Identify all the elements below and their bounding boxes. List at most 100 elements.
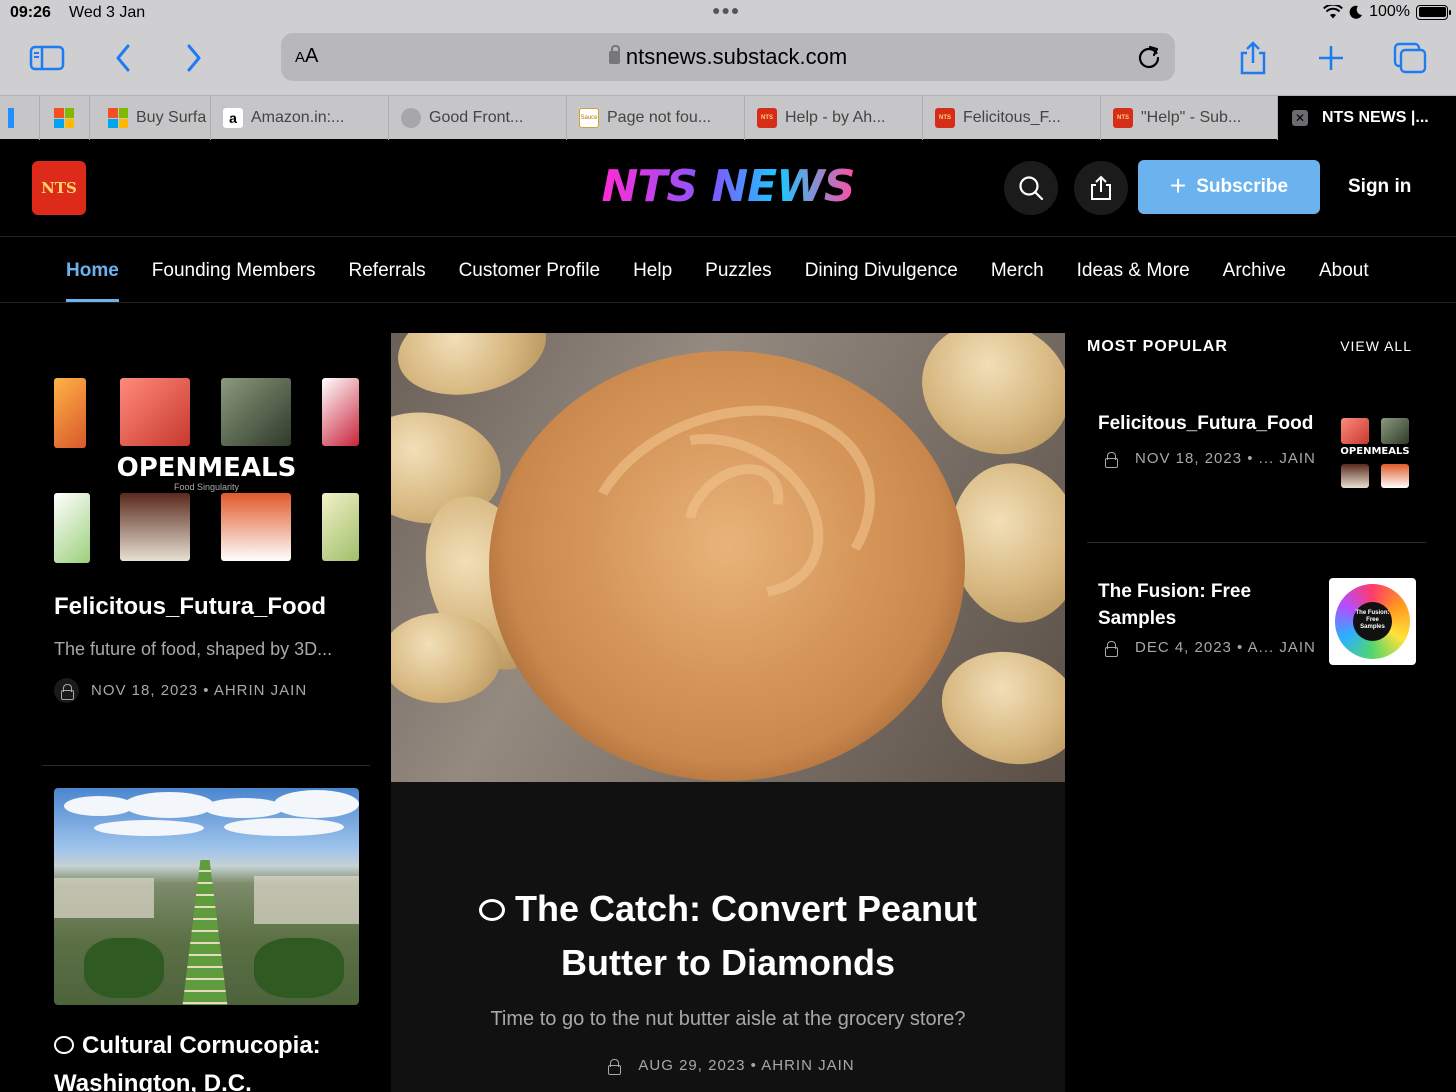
- nav-item-dining-divulgence[interactable]: Dining Divulgence: [805, 237, 958, 303]
- wifi-icon: [1323, 5, 1343, 19]
- nav-item-founding-members[interactable]: Founding Members: [152, 237, 316, 303]
- popular-item-thumbnail[interactable]: The Fusion: Free Samples: [1329, 578, 1416, 665]
- featured-post[interactable]: The Catch: Convert Peanut Butter to Diam…: [391, 333, 1065, 1092]
- close-icon[interactable]: ✕: [1292, 110, 1308, 126]
- sign-in-link[interactable]: Sign in: [1348, 176, 1411, 198]
- multitasking-dots[interactable]: ●●●: [712, 2, 740, 18]
- nav-item-ideas-more[interactable]: Ideas & More: [1077, 237, 1190, 303]
- tab-bar: Buy Surfa a Amazon.in:... Good Front... …: [0, 95, 1456, 140]
- microsoft-logo-icon: [54, 108, 74, 128]
- nav-item-home[interactable]: Home: [66, 237, 119, 302]
- divider: [42, 765, 370, 766]
- lock-icon: [54, 678, 79, 703]
- share-icon: [1091, 175, 1111, 200]
- share-icon[interactable]: [1233, 38, 1273, 78]
- popular-item-title[interactable]: Felicitous_Futura_Food: [1098, 410, 1316, 437]
- tab-item[interactable]: NTS Help - by Ah...: [745, 96, 923, 140]
- popular-item-meta: DEC 4, 2023 • A... JAIN: [1098, 635, 1316, 660]
- tab-label: Buy Surfa: [136, 109, 207, 126]
- featured-post-meta: AUG 29, 2023 • AHRIN JAIN: [391, 1053, 1065, 1078]
- featured-post-subtitle[interactable]: Time to go to the nut butter aisle at th…: [391, 1008, 1065, 1031]
- openmeals-logo-text: OPENMEALS: [116, 453, 297, 483]
- address-bar[interactable]: AA ntsnews.substack.com: [281, 33, 1175, 81]
- nts-logo-icon: NTS: [1113, 108, 1133, 128]
- nav-item-customer-profile[interactable]: Customer Profile: [459, 237, 601, 303]
- lock-icon: [601, 1053, 626, 1078]
- tab-label: "Help" - Sub...: [1141, 109, 1242, 126]
- moon-icon: [1349, 5, 1363, 19]
- subscribe-button[interactable]: + Subscribe: [1138, 160, 1320, 214]
- post-title[interactable]: Felicitous_Futura_Food: [54, 593, 370, 621]
- post-thumbnail-openmeals[interactable]: OPENMEALS Food Singularity: [54, 348, 359, 565]
- most-popular-header: MOST POPULAR VIEW ALL: [1087, 333, 1426, 356]
- tab-item[interactable]: NTS "Help" - Sub...: [1101, 96, 1278, 140]
- tab-label: Amazon.in:...: [251, 109, 345, 126]
- tab-item[interactable]: [0, 96, 40, 140]
- nts-logo-icon: NTS: [757, 108, 777, 128]
- tab-item[interactable]: Buy Surfa: [90, 96, 211, 140]
- most-popular-heading: MOST POPULAR: [1087, 338, 1228, 355]
- status-date: Wed 3 Jan: [69, 4, 146, 21]
- share-button[interactable]: [1074, 161, 1128, 215]
- openmeals-logo-subtext: Food Singularity: [173, 482, 240, 492]
- tab-label: Page not fou...: [607, 109, 712, 126]
- url-text[interactable]: ntsnews.substack.com: [281, 44, 1175, 70]
- nav-item-about[interactable]: About: [1319, 237, 1369, 303]
- tab-item[interactable]: NTS Felicitous_F...: [923, 96, 1101, 140]
- view-all-link[interactable]: VIEW ALL: [1340, 338, 1412, 356]
- peanut-butter-bowl: [489, 351, 965, 781]
- tab-label: Help - by Ah...: [785, 109, 886, 126]
- popular-item-title[interactable]: The Fusion: Free Samples: [1098, 578, 1316, 632]
- battery-percent: 100%: [1369, 3, 1410, 20]
- tab-label: Felicitous_F...: [963, 109, 1061, 126]
- popular-item-thumbnail[interactable]: OPENMEALS: [1335, 412, 1415, 492]
- tab-label: Good Front...: [429, 109, 524, 126]
- comment-icon: [54, 1036, 74, 1054]
- nav-item-puzzles[interactable]: Puzzles: [705, 237, 772, 303]
- popular-item-meta: NOV 18, 2023 • ... JAIN: [1098, 446, 1316, 471]
- tab-item[interactable]: [40, 96, 90, 140]
- plus-icon: +: [1169, 169, 1187, 201]
- search-button[interactable]: [1004, 161, 1058, 215]
- status-right: 100%: [1323, 3, 1451, 21]
- globe-icon: [401, 108, 421, 128]
- sidebar-toggle-icon[interactable]: [27, 38, 67, 78]
- post-subtitle[interactable]: The future of food, shaped by 3D...: [54, 639, 370, 660]
- reload-icon[interactable]: [1137, 44, 1161, 75]
- status-time: 09:26: [10, 4, 51, 21]
- post-meta: NOV 18, 2023 • AHRIN JAIN: [54, 678, 370, 703]
- tab-overview-icon[interactable]: [1390, 38, 1430, 78]
- nav-item-referrals[interactable]: Referrals: [349, 237, 426, 303]
- forward-icon[interactable]: [174, 38, 214, 78]
- nav-item-merch[interactable]: Merch: [991, 237, 1044, 303]
- nav-item-help[interactable]: Help: [633, 237, 672, 303]
- sauce-logo-icon: Sauce: [579, 108, 599, 128]
- popular-item[interactable]: The Fusion: Free Samples DEC 4, 2023 • A…: [1087, 543, 1426, 717]
- nav-item-archive[interactable]: Archive: [1223, 237, 1286, 303]
- lock-icon: [1098, 635, 1123, 660]
- battery-icon: [1416, 4, 1451, 20]
- featured-post-body: The Catch: Convert Peanut Butter to Diam…: [391, 782, 1065, 1078]
- left-post-column: OPENMEALS Food Singularity Felicitous_Fu…: [42, 332, 370, 1092]
- post-thumbnail-washington-dc[interactable]: [54, 788, 359, 1005]
- browser-chrome: 09:26 Wed 3 Jan ●●● 100% AA ntsnews.subs…: [0, 0, 1456, 140]
- tab-item[interactable]: a Amazon.in:...: [211, 96, 389, 140]
- tab-item[interactable]: Sauce Page not fou...: [567, 96, 745, 140]
- back-icon[interactable]: [103, 38, 143, 78]
- popular-item[interactable]: Felicitous_Futura_Food NOV 18, 2023 • ..…: [1087, 356, 1426, 543]
- lock-icon: [608, 45, 620, 64]
- status-bar: 09:26 Wed 3 Jan ●●● 100%: [0, 0, 1456, 26]
- featured-post-image[interactable]: [391, 333, 1065, 782]
- tab-item-active[interactable]: ✕ NTS NEWS |...: [1278, 96, 1456, 140]
- microsoft-logo-icon: [8, 108, 14, 128]
- tab-label: NTS NEWS |...: [1322, 109, 1429, 126]
- lock-icon: [1098, 446, 1123, 471]
- featured-post-title[interactable]: The Catch: Convert Peanut Butter to Diam…: [448, 882, 1008, 990]
- tab-item[interactable]: Good Front...: [389, 96, 567, 140]
- new-tab-icon[interactable]: [1311, 38, 1351, 78]
- nts-logo-icon: NTS: [935, 108, 955, 128]
- microsoft-logo-icon: [108, 108, 128, 128]
- most-popular-column: MOST POPULAR VIEW ALL Felicitous_Futura_…: [1087, 333, 1426, 717]
- post-title[interactable]: Cultural Cornucopia: Washington, D.C.: [54, 1027, 370, 1092]
- site-header: NTS NTS NEWS + Subscribe Sign in: [0, 139, 1456, 237]
